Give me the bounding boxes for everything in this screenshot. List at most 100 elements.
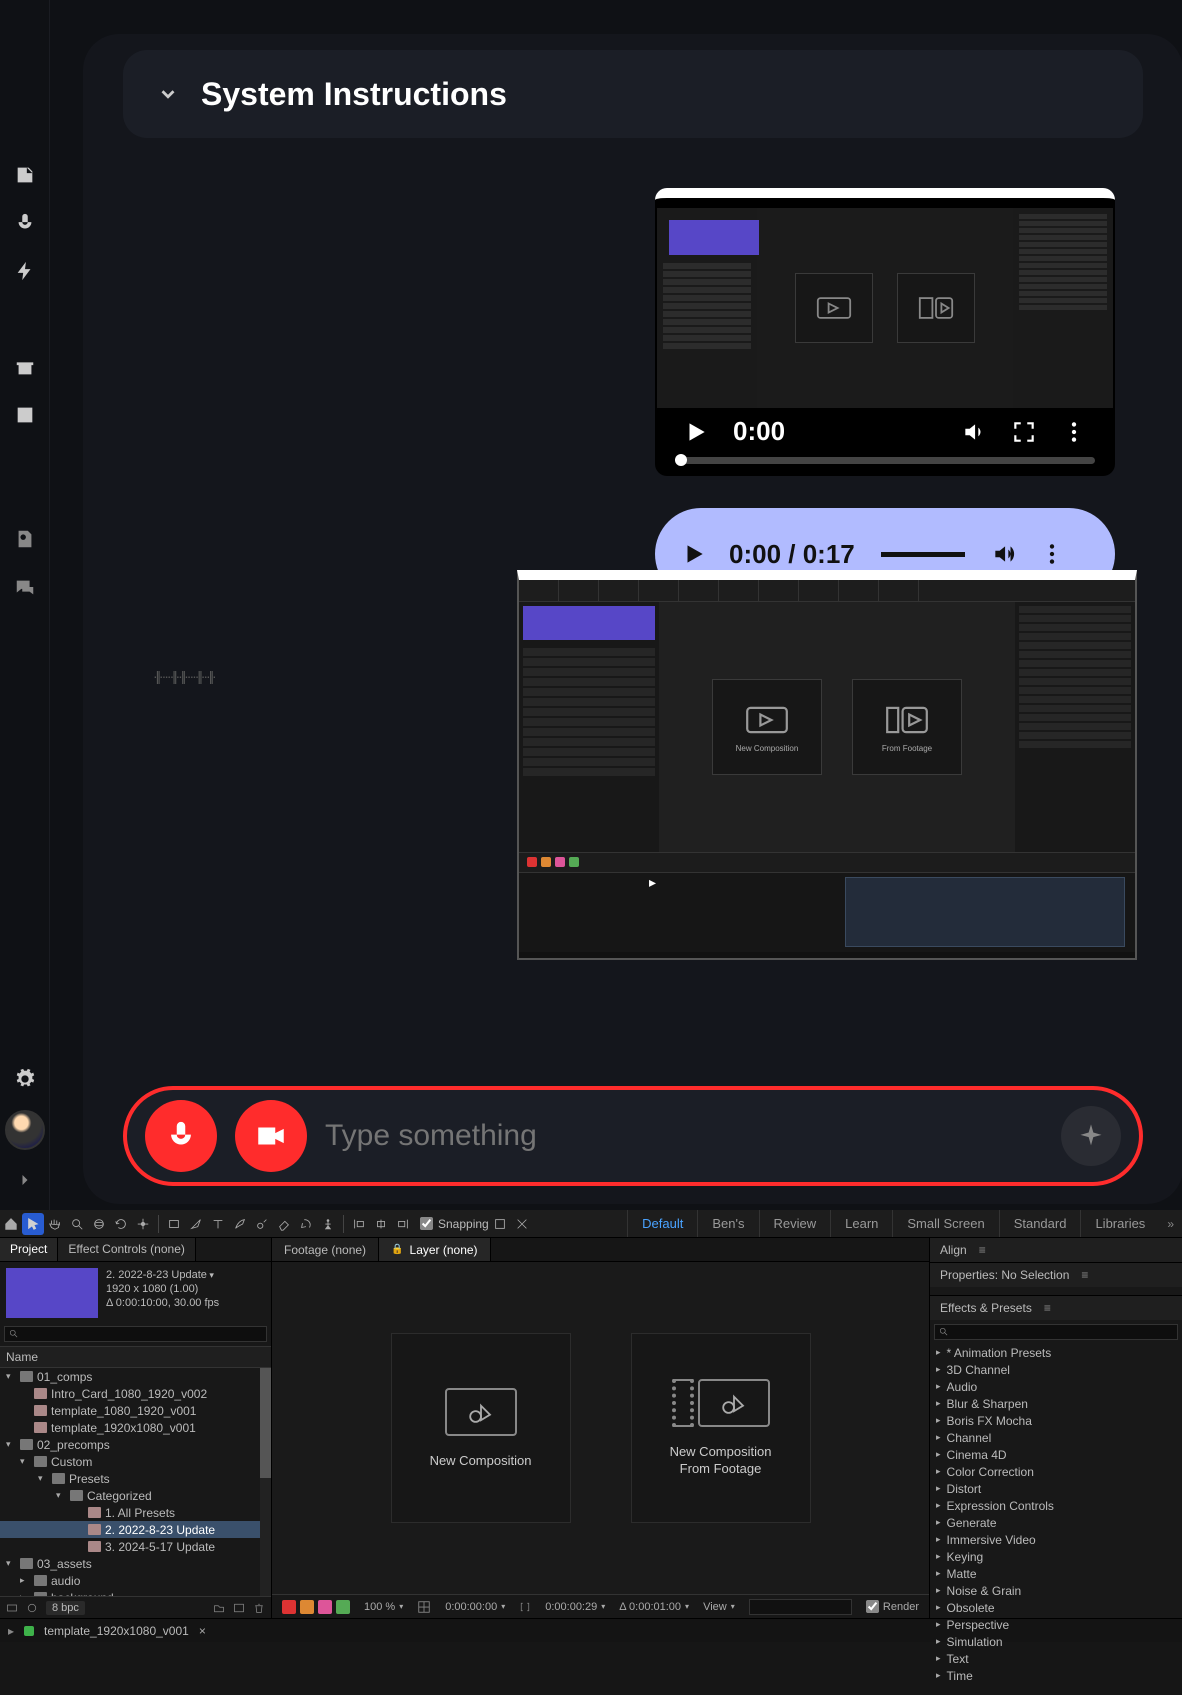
gear-icon[interactable] bbox=[14, 1068, 36, 1090]
align-tool-c[interactable] bbox=[392, 1213, 414, 1235]
effects-search[interactable] bbox=[934, 1324, 1178, 1340]
text-tool[interactable] bbox=[207, 1213, 229, 1235]
grid-icon[interactable] bbox=[417, 1600, 431, 1614]
selected-comp-name[interactable]: 2. 2022-8-23 Update bbox=[106, 1268, 219, 1282]
effects-category[interactable]: ▸Text bbox=[930, 1650, 1182, 1667]
anchor-tool[interactable] bbox=[132, 1213, 154, 1235]
workspace-tab[interactable]: Review bbox=[759, 1210, 831, 1237]
record-video-button[interactable] bbox=[235, 1100, 307, 1172]
project-tree-row[interactable]: template_1080_1920_v001 bbox=[0, 1402, 271, 1419]
chat-icon[interactable] bbox=[14, 576, 36, 598]
chevron-right-icon[interactable] bbox=[15, 1170, 35, 1190]
send-button[interactable] bbox=[1061, 1106, 1121, 1166]
play-icon[interactable] bbox=[683, 419, 709, 445]
effects-category[interactable]: ▸Boris FX Mocha bbox=[930, 1412, 1182, 1429]
name-column-header[interactable]: Name bbox=[0, 1346, 271, 1368]
close-tab-icon[interactable]: × bbox=[199, 1624, 206, 1638]
tab-footage[interactable]: Footage (none) bbox=[272, 1238, 379, 1261]
view-dropdown[interactable]: View bbox=[703, 1601, 735, 1613]
prompt-input[interactable] bbox=[325, 1119, 1043, 1153]
render-toggle[interactable]: Render bbox=[866, 1600, 919, 1613]
snap-opt-b[interactable] bbox=[511, 1213, 533, 1235]
align-header[interactable]: Align≡ bbox=[930, 1238, 1182, 1262]
project-tree[interactable]: ▾01_compsIntro_Card_1080_1920_v002templa… bbox=[0, 1368, 271, 1596]
new-comp-icon[interactable] bbox=[233, 1602, 245, 1614]
new-composition-from-footage-card[interactable]: New Composition From Footage bbox=[631, 1333, 811, 1523]
effects-category[interactable]: ▸Obsolete bbox=[930, 1599, 1182, 1616]
effects-category[interactable]: ▸Channel bbox=[930, 1429, 1182, 1446]
project-tree-row[interactable]: ▾03_assets bbox=[0, 1555, 271, 1572]
project-tree-row[interactable]: Intro_Card_1080_1920_v002 bbox=[0, 1385, 271, 1402]
align-tool-b[interactable] bbox=[370, 1213, 392, 1235]
view-select[interactable] bbox=[749, 1599, 852, 1615]
workspace-tab[interactable]: Ben's bbox=[697, 1210, 758, 1237]
project-tree-row[interactable]: ▾Categorized bbox=[0, 1487, 271, 1504]
snap-opt-a[interactable] bbox=[489, 1213, 511, 1235]
volume-icon[interactable] bbox=[961, 419, 987, 445]
effects-category[interactable]: ▸Distort bbox=[930, 1480, 1182, 1497]
rect-tool[interactable] bbox=[163, 1213, 185, 1235]
project-tree-row[interactable]: ▸background bbox=[0, 1589, 271, 1596]
rotate-tool[interactable] bbox=[110, 1213, 132, 1235]
effects-category[interactable]: ▸3D Channel bbox=[930, 1361, 1182, 1378]
fullscreen-icon[interactable] bbox=[1011, 419, 1037, 445]
tab-layer[interactable]: 🔒Layer (none) bbox=[379, 1238, 491, 1261]
project-tree-row[interactable]: ▾Presets bbox=[0, 1470, 271, 1487]
avatar[interactable] bbox=[5, 1110, 45, 1150]
workspace-tab[interactable]: Learn bbox=[830, 1210, 892, 1237]
project-tree-row[interactable]: template_1920x1080_v001 bbox=[0, 1419, 271, 1436]
archive-icon[interactable] bbox=[14, 356, 36, 378]
workspace-tab[interactable]: Libraries bbox=[1080, 1210, 1159, 1237]
screenshot-attachment[interactable]: New Composition From Footage bbox=[517, 570, 1137, 960]
effects-category[interactable]: ▸Cinema 4D bbox=[930, 1446, 1182, 1463]
effects-category[interactable]: ▸Blur & Sharpen bbox=[930, 1395, 1182, 1412]
open-comp-tab[interactable]: template_1920x1080_v001 bbox=[44, 1624, 189, 1638]
project-tree-row[interactable]: ▾Custom bbox=[0, 1453, 271, 1470]
bolt-icon[interactable] bbox=[14, 260, 36, 282]
effects-category[interactable]: ▸* Animation Presets bbox=[930, 1344, 1182, 1361]
chip-green[interactable] bbox=[336, 1600, 350, 1614]
workspace-tab[interactable]: Small Screen bbox=[892, 1210, 998, 1237]
project-tree-row[interactable]: 2. 2022-8-23 Update bbox=[0, 1521, 271, 1538]
effects-category[interactable]: ▸Generate bbox=[930, 1514, 1182, 1531]
clone-tool[interactable] bbox=[251, 1213, 273, 1235]
effects-category[interactable]: ▸Audio bbox=[930, 1378, 1182, 1395]
workspace-tab[interactable]: Default bbox=[627, 1210, 697, 1237]
project-tree-row[interactable]: 1. All Presets bbox=[0, 1504, 271, 1521]
book-icon[interactable] bbox=[14, 404, 36, 426]
orbit-tool[interactable] bbox=[88, 1213, 110, 1235]
workspace-tab[interactable]: Standard bbox=[999, 1210, 1081, 1237]
effects-category[interactable]: ▸Time bbox=[930, 1667, 1182, 1684]
effects-category[interactable]: ▸Expression Controls bbox=[930, 1497, 1182, 1514]
more-vert-icon[interactable] bbox=[1039, 541, 1065, 567]
pen-tool[interactable] bbox=[185, 1213, 207, 1235]
project-tree-row[interactable]: ▸audio bbox=[0, 1572, 271, 1589]
tab-effect-controls[interactable]: Effect Controls (none) bbox=[58, 1238, 196, 1261]
effects-category[interactable]: ▸Noise & Grain bbox=[930, 1582, 1182, 1599]
project-tree-row[interactable]: 3. 2024-5-17 Update bbox=[0, 1538, 271, 1555]
tab-project[interactable]: Project bbox=[0, 1238, 58, 1261]
video-attachment[interactable]: 0:00 bbox=[655, 188, 1115, 476]
brush-tool[interactable] bbox=[229, 1213, 251, 1235]
project-scrollbar[interactable] bbox=[260, 1368, 271, 1596]
project-search[interactable] bbox=[4, 1326, 267, 1342]
roto-tool[interactable] bbox=[295, 1213, 317, 1235]
project-tree-row[interactable]: ▾01_comps bbox=[0, 1368, 271, 1385]
effects-category[interactable]: ▸Matte bbox=[930, 1565, 1182, 1582]
bpc-chip[interactable]: 8 bpc bbox=[46, 1601, 85, 1615]
chip-orange[interactable] bbox=[300, 1600, 314, 1614]
mic-icon[interactable] bbox=[14, 212, 36, 234]
record-voice-button[interactable] bbox=[145, 1100, 217, 1172]
play-icon[interactable] bbox=[681, 541, 707, 567]
bracket-icon[interactable] bbox=[519, 1601, 531, 1613]
properties-header[interactable]: Properties: No Selection≡ bbox=[930, 1263, 1182, 1287]
effects-header[interactable]: Effects & Presets≡ bbox=[930, 1296, 1182, 1320]
effects-category[interactable]: ▸Color Correction bbox=[930, 1463, 1182, 1480]
volume-icon[interactable] bbox=[991, 541, 1017, 567]
snapping-toggle[interactable]: Snapping bbox=[420, 1217, 489, 1231]
viewer[interactable]: New Composition New Composition From Foo… bbox=[272, 1262, 929, 1594]
audio-progress[interactable] bbox=[881, 552, 965, 557]
effects-category[interactable]: ▸Keying bbox=[930, 1548, 1182, 1565]
new-composition-card[interactable]: New Composition bbox=[391, 1333, 571, 1523]
effects-list[interactable]: ▸* Animation Presets▸3D Channel▸Audio▸Bl… bbox=[930, 1344, 1182, 1684]
